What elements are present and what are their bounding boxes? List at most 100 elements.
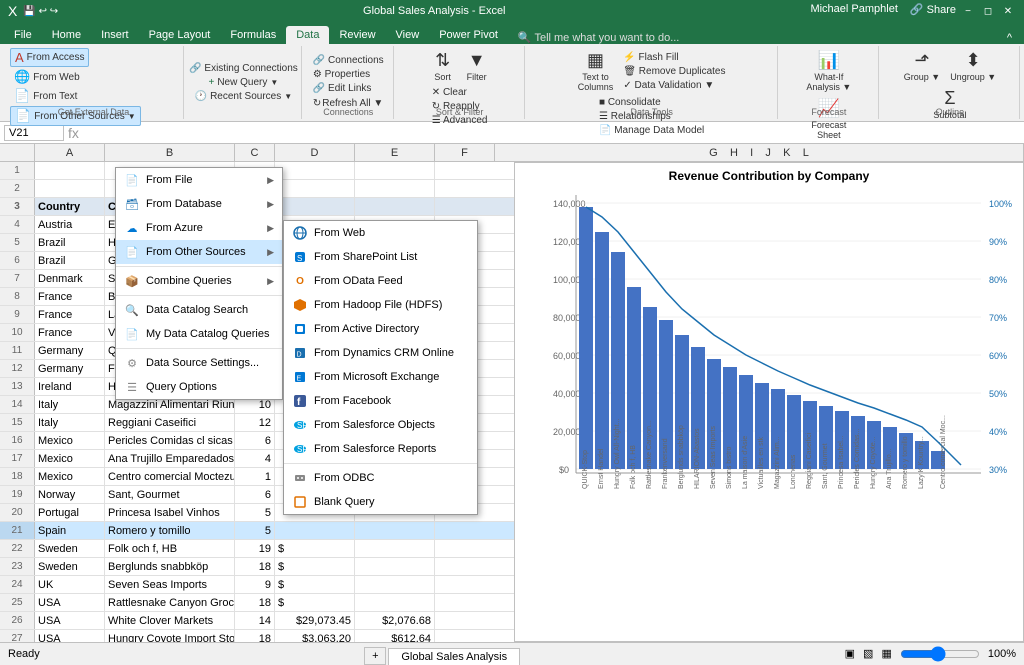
add-sheet-button[interactable]: + (364, 647, 386, 665)
restore-button[interactable]: ◻ (980, 3, 996, 19)
svg-text:La maison d'Asie: La maison d'Asie (742, 436, 749, 489)
menu-separator-2 (116, 295, 282, 296)
name-box[interactable] (4, 125, 64, 141)
from-azure-item[interactable]: ☁ From Azure ▶ (116, 216, 282, 240)
outline-label: Outline (881, 107, 1019, 117)
from-database-item[interactable]: 🗃 From Database ▶ (116, 192, 282, 216)
query-options-item[interactable]: ☰ Query Options (116, 375, 282, 399)
from-web-button[interactable]: 🌐 From Web (10, 68, 84, 86)
tab-view[interactable]: View (386, 26, 430, 44)
from-exchange-item[interactable]: E From Microsoft Exchange (284, 365, 477, 389)
svg-text:50%: 50% (989, 389, 1007, 399)
col-header-b[interactable]: B (105, 144, 235, 161)
tab-home[interactable]: Home (42, 26, 91, 44)
tab-insert[interactable]: Insert (91, 26, 139, 44)
data-catalog-search-item[interactable]: 🔍 Data Catalog Search (116, 298, 282, 322)
properties-button[interactable]: ⚙ Properties (309, 68, 374, 81)
svg-text:Romero y tomillo: Romero y tomillo (902, 436, 909, 489)
manage-data-model-button[interactable]: 📄 Manage Data Model (595, 124, 708, 137)
quick-access-toolbar: 💾 ↩ ↪ (23, 6, 58, 17)
my-data-catalog-item[interactable]: 📄 My Data Catalog Queries (116, 322, 282, 346)
group-button[interactable]: ⬏ Group ▼ (900, 48, 944, 84)
tab-formulas[interactable]: Formulas (220, 26, 286, 44)
settings-icon: ⚙ (124, 355, 140, 371)
ribbon-collapse-icon[interactable]: ^ (1007, 32, 1012, 44)
from-facebook-item[interactable]: f From Facebook (284, 389, 477, 413)
forecast-label: Forecast (780, 107, 878, 117)
from-other-sources-submenu[interactable]: From Web S From SharePoint List O From O… (283, 220, 478, 515)
tab-power-pivot[interactable]: Power Pivot (429, 26, 508, 44)
ungroup-button[interactable]: ⬍ Ungroup ▼ (946, 48, 1000, 84)
remove-duplicates-button[interactable]: 🗑 Remove Duplicates (619, 65, 729, 78)
file-icon: 📄 (124, 172, 140, 188)
edit-links-button[interactable]: 🔗 Edit Links (309, 82, 376, 95)
sort-filter-label: Sort & Filter (396, 107, 524, 117)
filter-button[interactable]: ▼ Filter (461, 48, 493, 84)
chart-area: Revenue Contribution by Company 140,000 … (514, 162, 1024, 642)
tab-page-layout[interactable]: Page Layout (139, 26, 221, 44)
from-odbc-item[interactable]: From ODBC (284, 466, 477, 490)
connections-group: 🔗 Connections ⚙ Properties 🔗 Edit Links … (304, 46, 394, 119)
sort-button[interactable]: ⇅ Sort (427, 48, 459, 84)
blank-query-item[interactable]: Blank Query (284, 490, 477, 514)
my-catalog-icon: 📄 (124, 326, 140, 342)
formula-divider: fx (68, 125, 79, 141)
data-source-settings-item[interactable]: ⚙ Data Source Settings... (116, 351, 282, 375)
sharepoint-icon: S (292, 249, 308, 265)
group-icon: ⬏ (914, 50, 929, 71)
svg-text:Princesa Isabel...: Princesa Isabel... (838, 435, 845, 489)
dynamics-icon: D (292, 345, 308, 361)
zoom-slider[interactable] (900, 646, 980, 662)
col-header-d[interactable]: D (275, 144, 355, 161)
from-salesforce-reports-item[interactable]: SF From Salesforce Reports (284, 437, 477, 461)
view-normal-icon[interactable]: ▣ (845, 647, 855, 660)
connections-button[interactable]: 🔗 Connections (309, 54, 388, 67)
recent-sources-button[interactable]: 🕐 Recent Sources ▼ (191, 90, 297, 103)
svg-text:Lazy K Kountry...: Lazy K Kountry... (918, 436, 925, 489)
hadoop-icon (292, 297, 308, 313)
query-menu[interactable]: 📄 From File ▶ 🗃 From Database ▶ ☁ From A… (115, 167, 283, 400)
sort-icon: ⇅ (435, 50, 450, 71)
clear-button[interactable]: ✕ Clear (428, 86, 492, 99)
view-break-icon[interactable]: ▦ (881, 647, 891, 660)
tab-review[interactable]: Review (329, 26, 385, 44)
from-web-submenu-item[interactable]: From Web (284, 221, 477, 245)
window-controls[interactable]: Michael Pamphlet 🔗 Share − ◻ ✕ (810, 3, 1016, 19)
flash-fill-button[interactable]: ⚡ Flash Fill (619, 51, 729, 64)
from-access-button[interactable]: A From Access (10, 48, 89, 67)
forecast-sheet-button[interactable]: 📈 ForecastSheet (807, 96, 850, 142)
from-odata-item[interactable]: O From OData Feed (284, 269, 477, 293)
new-query-button[interactable]: + New Query ▼ (204, 76, 282, 89)
from-hadoop-item[interactable]: From Hadoop File (HDFS) (284, 293, 477, 317)
col-header-c[interactable]: C (235, 144, 275, 161)
tell-me-bar[interactable]: 🔍 Tell me what you want to do... (518, 31, 1007, 44)
from-dynamics-item[interactable]: D From Dynamics CRM Online (284, 341, 477, 365)
col-header-rest[interactable]: G H I J K L (495, 144, 1024, 161)
share-button[interactable]: 🔗 Share (910, 3, 956, 19)
from-text-button[interactable]: 📄 From Text (10, 87, 81, 105)
combine-queries-item[interactable]: 📦 Combine Queries ▶ (116, 269, 282, 293)
from-file-item[interactable]: 📄 From File ▶ (116, 168, 282, 192)
col-header-a[interactable]: A (35, 144, 105, 161)
what-if-button[interactable]: 📊 What-IfAnalysis ▼ (802, 48, 855, 94)
svg-text:S: S (297, 254, 302, 263)
from-salesforce-objects-item[interactable]: SF From Salesforce Objects (284, 413, 477, 437)
col-header-e[interactable]: E (355, 144, 435, 161)
data-validation-button[interactable]: ✓ Data Validation ▼ (619, 79, 729, 92)
sheet-tab-global-sales[interactable]: Global Sales Analysis (388, 648, 520, 665)
from-other-sources-item[interactable]: 📄 From Other Sources ▶ (116, 240, 282, 264)
view-layout-icon[interactable]: ▧ (863, 647, 873, 660)
close-button[interactable]: ✕ (1000, 3, 1016, 19)
tab-data[interactable]: Data (286, 26, 329, 44)
minimize-button[interactable]: − (960, 3, 976, 19)
from-access-icon: A (15, 50, 24, 65)
tab-file[interactable]: File (4, 26, 42, 44)
svg-text:Loncherias: Loncherias (790, 454, 797, 489)
from-sharepoint-item[interactable]: S From SharePoint List (284, 245, 477, 269)
text-to-columns-button[interactable]: ▦ Text toColumns (574, 48, 618, 94)
from-active-directory-item[interactable]: From Active Directory (284, 317, 477, 341)
col-header-f[interactable]: F (435, 144, 495, 161)
revenue-chart: 140,000 120,000 100,000 80,000 60,000 40… (521, 187, 1019, 527)
existing-connections-button[interactable]: 🔗 Existing Connections (185, 62, 302, 75)
new-query-icon: + (208, 77, 214, 88)
